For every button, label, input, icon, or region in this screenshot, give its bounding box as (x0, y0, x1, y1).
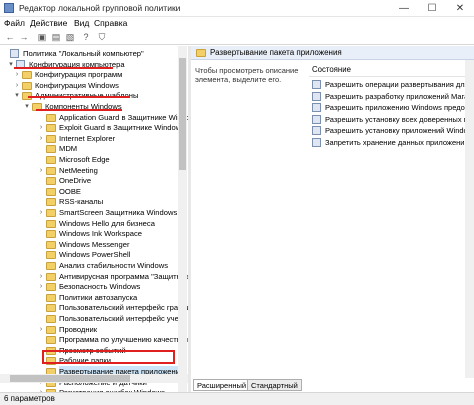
status-bar: 6 параметров (0, 392, 474, 405)
tree-hscroll-thumb[interactable] (10, 375, 130, 382)
folder-icon (46, 219, 56, 228)
minimize-button[interactable]: — (390, 0, 418, 17)
setting-label: Разрешить разработку приложений Магазина… (325, 91, 474, 101)
folder-icon (46, 145, 56, 154)
forward-arrow-icon[interactable]: → (18, 31, 30, 43)
view-tabs: Расширенный Стандартный (191, 379, 474, 391)
column-divider (309, 76, 474, 77)
help-icon[interactable]: ? (80, 31, 92, 43)
folder-icon (22, 81, 32, 90)
setting-icon (312, 126, 321, 135)
tree-scroll-thumb[interactable] (179, 58, 186, 170)
setting-icon (312, 137, 321, 147)
maximize-button[interactable]: ☐ (418, 0, 446, 17)
folder-icon (46, 283, 56, 292)
folder-icon (46, 187, 56, 196)
folder-icon (46, 262, 56, 270)
folder-icon (46, 134, 56, 143)
filter-icon[interactable]: ⛉ (96, 31, 108, 43)
menu-file[interactable]: Файл (4, 18, 25, 28)
setting-label: Запретить хранение данных приложений (325, 137, 469, 147)
folder-icon (46, 209, 56, 217)
app-icon (4, 3, 14, 13)
export-list-icon[interactable]: ▧ (64, 31, 76, 43)
folder-icon (46, 198, 56, 207)
up-folder-icon[interactable]: ▣ (36, 31, 48, 43)
close-button[interactable]: ✕ (446, 0, 474, 17)
policy-computer-icon (10, 49, 19, 58)
tree-horizontal-scrollbar[interactable] (0, 374, 188, 383)
folder-icon (22, 71, 32, 80)
folder-icon (46, 315, 56, 323)
folder-icon (46, 240, 56, 249)
folder-icon (46, 113, 56, 122)
back-arrow-icon[interactable]: ← (4, 31, 16, 43)
details-pane: Развертывание пакета приложения Чтобы пр… (191, 46, 474, 392)
details-header: Развертывание пакета приложения (191, 46, 474, 60)
details-vertical-scrollbar[interactable] (465, 60, 474, 378)
setting-label: Разрешить приложению Windows предоставля… (325, 103, 474, 112)
details-title: Развертывание пакета приложения (210, 48, 342, 57)
highlight-box-app-deployment (42, 350, 175, 364)
title-bar: Редактор локальной групповой политики — … (0, 0, 474, 17)
tree-vertical-scrollbar[interactable] (178, 46, 187, 392)
setting-label: Разрешить установку приложений Windows н… (325, 126, 474, 135)
folder-icon (46, 124, 56, 133)
folder-icon (46, 166, 56, 175)
setting-icon (312, 91, 321, 101)
window-title: Редактор локальной групповой политики (19, 3, 181, 13)
status-text: 6 параметров (4, 394, 55, 403)
folder-icon (196, 49, 206, 57)
setting-label: Разрешить установку всех доверенных прил… (325, 114, 474, 124)
menu-view[interactable]: Вид (74, 18, 89, 28)
setting-icon (312, 114, 321, 124)
description-text: Чтобы просмотреть описание элемента, выд… (195, 66, 299, 84)
menu-bar: Файл Действие Вид Справка (0, 17, 474, 30)
menu-help[interactable]: Справка (94, 18, 127, 28)
highlight-underline-computer-config (14, 67, 113, 69)
folder-icon (46, 177, 56, 186)
tab-standard[interactable]: Стандартный (247, 379, 302, 391)
show-hide-tree-icon[interactable]: ▤ (50, 31, 62, 43)
column-header-state[interactable]: Состояние (312, 65, 351, 74)
tab-extended[interactable]: Расширенный (193, 379, 251, 391)
folder-icon (46, 304, 56, 313)
highlight-underline-admin-templates (28, 96, 130, 98)
toolbar: ← → ▣ ▤ ▧ ? ⛉ (0, 30, 474, 45)
setting-label: Разрешить операции развертывания для спе… (325, 80, 474, 89)
setting-icon (312, 103, 321, 112)
folder-icon (46, 336, 56, 345)
folder-icon (46, 272, 56, 281)
folder-icon (46, 293, 56, 302)
folder-icon (46, 325, 56, 334)
highlight-underline-windows-components (36, 109, 122, 111)
menu-action[interactable]: Действие (30, 18, 67, 28)
setting-icon (312, 80, 321, 89)
folder-icon (46, 156, 56, 164)
folder-icon (46, 251, 56, 260)
folder-icon (46, 230, 56, 239)
